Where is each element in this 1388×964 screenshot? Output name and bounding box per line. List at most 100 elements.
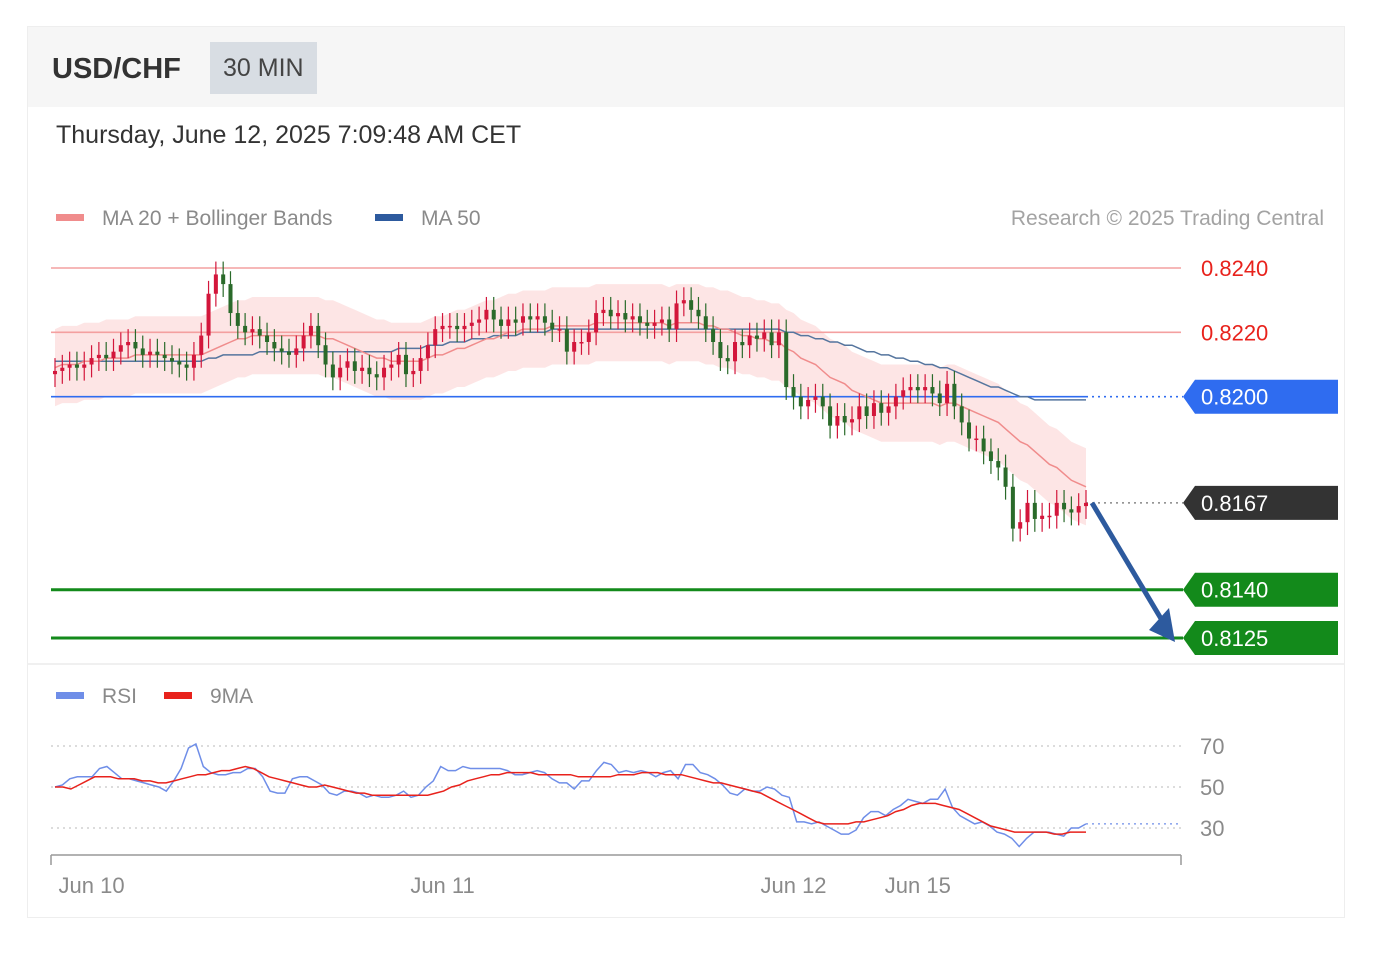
- candle-body: [762, 332, 767, 339]
- price-chart: 0.8240 0.8220 0.8200 0.8167 0.8140 0.8125 70 50…: [50, 256, 1338, 898]
- candle-body: [367, 367, 372, 375]
- candle-body: [981, 438, 986, 452]
- candle-body: [228, 284, 233, 314]
- candle-body: [155, 351, 160, 355]
- candle-body: [213, 274, 218, 294]
- candle-body: [586, 332, 591, 342]
- candle-body: [111, 351, 116, 359]
- candle-body: [491, 309, 496, 320]
- candle-body: [469, 322, 474, 326]
- chart-card: USD/CHF 30 MIN Thursday, June 12, 2025 7…: [27, 26, 1345, 918]
- candle-body: [974, 438, 979, 441]
- candle: [221, 261, 226, 297]
- candle-body: [96, 354, 101, 359]
- candle-body: [945, 383, 950, 404]
- candle-body: [1076, 506, 1081, 513]
- candle-body: [893, 396, 898, 407]
- candle-body: [923, 387, 928, 391]
- candle-body: [484, 309, 489, 320]
- candle-body: [425, 345, 430, 359]
- candle-body: [148, 351, 153, 355]
- candle-body: [250, 329, 255, 333]
- candle-body: [908, 387, 913, 391]
- candle-body: [674, 303, 679, 330]
- candle-body: [1069, 509, 1074, 513]
- candle-body: [82, 364, 87, 368]
- candle-body: [396, 354, 401, 365]
- candle-body: [279, 348, 284, 352]
- rsi-level-label-50: 50: [1200, 775, 1224, 800]
- x-tick-label: Jun 12: [760, 873, 826, 898]
- candle: [1047, 502, 1052, 529]
- candle-body: [1040, 515, 1045, 519]
- forecast-arrow-shaft: [1089, 501, 1166, 624]
- candle-body: [835, 416, 840, 426]
- candle-body: [345, 361, 350, 368]
- candle-body: [966, 422, 972, 439]
- candle-body: [776, 332, 781, 346]
- candle-body: [221, 274, 226, 285]
- candle-body: [1018, 522, 1023, 529]
- candle-body: [374, 374, 379, 378]
- candle-body: [389, 364, 394, 368]
- candle-body: [52, 370, 58, 375]
- candle-body: [1010, 486, 1015, 529]
- candle: [1018, 509, 1023, 542]
- candle: [1010, 473, 1015, 542]
- candle: [1032, 490, 1037, 532]
- candle-body: [696, 309, 701, 317]
- candle-body: [60, 367, 65, 371]
- candle-body: [820, 396, 825, 407]
- candle-body: [550, 322, 555, 330]
- candle-body: [265, 335, 270, 342]
- candle: [1025, 490, 1030, 536]
- candle-body: [659, 319, 664, 323]
- candle-body: [996, 461, 1001, 468]
- candle-body: [623, 313, 628, 320]
- candle-body: [703, 316, 708, 330]
- level-label-0.8220: 0.8220: [1201, 320, 1268, 345]
- candle-body: [74, 364, 79, 368]
- candle-body: [637, 316, 642, 323]
- candle-body: [528, 316, 533, 320]
- candle: [1040, 502, 1045, 532]
- candle-body: [418, 358, 423, 371]
- candle-body: [133, 342, 138, 349]
- candle-body: [718, 342, 723, 359]
- candle-body: [1062, 502, 1067, 510]
- candle-body: [784, 332, 789, 388]
- rsi-level-label-70: 70: [1200, 734, 1224, 759]
- candle-body: [850, 419, 855, 423]
- candle-body: [769, 332, 774, 346]
- candle-body: [711, 329, 716, 342]
- candle-body: [104, 354, 109, 359]
- candle-body: [594, 313, 599, 333]
- rsi-ma-line: [55, 765, 1086, 835]
- candle-body: [879, 403, 884, 413]
- candle-body: [806, 399, 811, 407]
- candle-body: [301, 335, 306, 349]
- candle-body: [791, 387, 796, 397]
- candle-body: [645, 322, 650, 326]
- candle-body: [330, 364, 335, 378]
- candle-body: [930, 387, 935, 394]
- candle-body: [725, 358, 730, 362]
- candle-body: [828, 406, 833, 426]
- candle-body: [864, 406, 869, 416]
- candle-body: [579, 342, 584, 344]
- candle-body: [798, 396, 803, 407]
- candle-body: [886, 406, 891, 413]
- candle-body: [89, 358, 94, 365]
- candle-body: [316, 325, 321, 346]
- candle-body: [616, 313, 621, 317]
- candle-body: [857, 406, 862, 420]
- candle-body: [1025, 502, 1030, 523]
- candle-body: [338, 367, 343, 378]
- candle-body: [477, 319, 482, 323]
- candle-body: [506, 319, 511, 326]
- candle-body: [1003, 467, 1008, 487]
- candle-body: [564, 329, 569, 352]
- candle-body: [689, 300, 694, 310]
- candle-body: [535, 316, 540, 320]
- candle-body: [557, 329, 562, 331]
